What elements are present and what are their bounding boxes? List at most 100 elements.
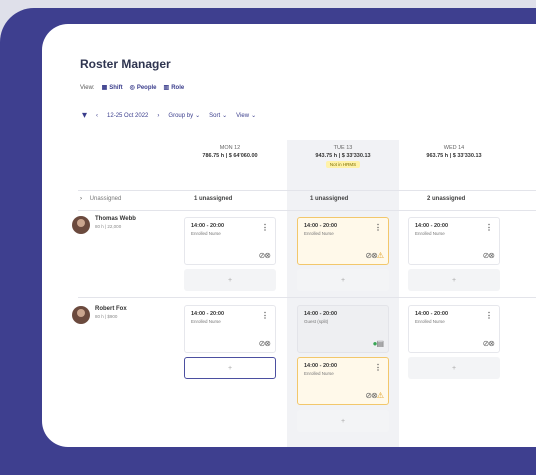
- unassigned-label: Unassigned: [89, 196, 122, 202]
- view-switcher: View: ▦ Shift ◎ People ▥ Role: [80, 84, 185, 92]
- add-icon: +: [227, 364, 233, 372]
- person-row-thomas-webb[interactable]: Thomas Webb 80 h | 22,000: [72, 216, 136, 234]
- day-summary: 943.75 h | $ 33'330.13: [315, 153, 371, 159]
- group-by-label: Group by: [168, 112, 194, 119]
- group-by-dropdown[interactable]: Group by ⌄: [168, 112, 201, 120]
- add-icon: +: [451, 364, 457, 372]
- more-menu-icon[interactable]: ⋮: [485, 311, 493, 320]
- shift-role: Enrolled Nurse: [415, 319, 445, 324]
- person-name: Robert Fox: [95, 306, 127, 312]
- day-summary: 786.75 h | $ 64'060.00: [202, 153, 258, 159]
- view-option-shift[interactable]: ▦ Shift: [101, 84, 123, 92]
- day-header-wed: WED 14 963.75 h | $ 33'330.13: [404, 145, 504, 159]
- prev-range-button[interactable]: ‹: [96, 113, 98, 119]
- day-label: MON 12: [219, 145, 241, 151]
- avatar: [72, 216, 90, 234]
- more-menu-icon[interactable]: ⋮: [261, 311, 269, 320]
- add-icon: +: [451, 276, 457, 284]
- status-icons: ⊘⊗: [365, 251, 377, 260]
- unassigned-count-wed[interactable]: 2 unassigned: [427, 196, 465, 202]
- view-dropdown[interactable]: View ⌄: [236, 112, 257, 120]
- shift-card-warning[interactable]: 14:00 - 20:00 Enrolled Nurse ⋮ ⊘⊗⚠: [297, 217, 389, 265]
- shift-time: 14:00 - 20:00: [304, 311, 338, 317]
- view-option-label: Shift: [109, 84, 123, 91]
- add-shift-slot[interactable]: +: [408, 357, 500, 379]
- view-option-people[interactable]: ◎ People: [129, 84, 157, 92]
- row-divider: [78, 210, 536, 211]
- status-icons: ⊘⊗: [365, 391, 377, 400]
- roster-panel: Roster Manager View: ▦ Shift ◎ People ▥ …: [42, 24, 536, 447]
- unassigned-count-tue[interactable]: 1 unassigned: [310, 196, 348, 202]
- add-shift-slot[interactable]: +: [297, 410, 389, 432]
- add-shift-slot[interactable]: +: [408, 269, 500, 291]
- add-shift-slot[interactable]: +: [184, 269, 276, 291]
- day-summary: 963.75 h | $ 33'330.13: [426, 153, 482, 159]
- view-option-label: People: [136, 84, 157, 91]
- add-shift-slot-selected[interactable]: +: [184, 357, 276, 379]
- add-icon: +: [340, 276, 346, 284]
- person-name: Thomas Webb: [95, 216, 136, 222]
- day-header-mon: MON 12 786.75 h | $ 64'060.00: [180, 145, 280, 159]
- shift-card[interactable]: 14:00 - 20:00 Enrolled Nurse ⋮ ⊘⊗: [184, 305, 276, 353]
- shift-card-warning[interactable]: 14:00 - 20:00 Enrolled Nurse ⋮ ⊘⊗⚠: [297, 357, 389, 405]
- calendar-icon: ▦: [101, 85, 108, 91]
- shift-role: Enrolled Nurse: [415, 231, 445, 236]
- day-header-tue: TUE 13 943.75 h | $ 33'330.13 Not in HRM…: [292, 145, 394, 168]
- shift-time: 14:00 - 20:00: [304, 223, 338, 229]
- shift-status-icons: ⊘⊗: [258, 339, 271, 348]
- view-option-label: Role: [171, 84, 185, 91]
- shift-time: 14:00 - 20:00: [415, 223, 449, 229]
- sort-dropdown[interactable]: Sort ⌄: [209, 112, 228, 120]
- shift-time: 14:00 - 20:00: [191, 311, 225, 317]
- row-divider: [78, 297, 536, 298]
- chevron-right-icon: ›: [80, 196, 82, 202]
- more-menu-icon[interactable]: ⋮: [374, 223, 382, 232]
- shift-role: Guest (split): [304, 319, 329, 324]
- header-divider: [78, 190, 536, 191]
- chevron-down-icon: ⌄: [251, 113, 257, 119]
- shift-status-icons: ⊘⊗: [258, 251, 271, 260]
- shift-status-icons: ⊘⊗⚠: [365, 391, 384, 400]
- more-menu-icon[interactable]: ⋮: [374, 363, 382, 372]
- add-shift-slot[interactable]: +: [297, 269, 389, 291]
- shift-status-icons: ●▤: [373, 339, 384, 348]
- shift-card[interactable]: 14:00 - 20:00 Enrolled Nurse ⋮ ⊘⊗: [408, 305, 500, 353]
- shift-card[interactable]: 14:00 - 20:00 Enrolled Nurse ⋮ ⊘⊗: [184, 217, 276, 265]
- sort-label: Sort: [209, 112, 221, 119]
- more-menu-icon[interactable]: ⋮: [261, 223, 269, 232]
- day-label: TUE 13: [333, 145, 353, 151]
- chevron-down-icon: ⌄: [195, 113, 201, 119]
- shift-role: Enrolled Nurse: [191, 319, 221, 324]
- shift-time: 14:00 - 20:00: [415, 311, 449, 317]
- shift-status-icons: ⊘⊗⚠: [365, 251, 384, 260]
- person-meta: 80 h | $900: [95, 314, 118, 319]
- status-badge: Not in HRMS: [325, 161, 361, 168]
- add-icon: +: [227, 276, 233, 284]
- shift-role: Enrolled Nurse: [191, 231, 221, 236]
- day-label: WED 14: [443, 145, 465, 151]
- roster-toolbar: ▾ ‹ 12-25 Oct 2022 › Group by ⌄ Sort ⌄ V…: [82, 110, 256, 121]
- date-range[interactable]: 12-25 Oct 2022: [107, 113, 148, 119]
- person-meta: 80 h | 22,000: [95, 224, 122, 229]
- person-row-robert-fox[interactable]: Robert Fox 80 h | $900: [72, 306, 127, 324]
- view-dropdown-label: View: [236, 112, 250, 119]
- shift-card[interactable]: 14:00 - 20:00 Enrolled Nurse ⋮ ⊘⊗: [408, 217, 500, 265]
- people-icon: ◎: [129, 85, 135, 91]
- shift-time: 14:00 - 20:00: [304, 363, 338, 369]
- unassigned-count-mon[interactable]: 1 unassigned: [194, 196, 232, 202]
- next-range-button[interactable]: ›: [157, 113, 159, 119]
- role-icon: ▥: [163, 85, 170, 91]
- page-title: Roster Manager: [80, 57, 171, 71]
- view-option-role[interactable]: ▥ Role: [163, 84, 185, 92]
- shift-role: Enrolled Nurse: [304, 371, 334, 376]
- filter-icon[interactable]: ▾: [82, 110, 87, 121]
- chevron-down-icon: ⌄: [222, 113, 228, 119]
- shift-role: Enrolled Nurse: [304, 231, 334, 236]
- shift-status-icons: ⊘⊗: [482, 251, 495, 260]
- more-menu-icon[interactable]: ⋮: [485, 223, 493, 232]
- warning-icon: ⚠: [376, 391, 384, 400]
- unassigned-toggle[interactable]: › Unassigned: [80, 196, 121, 202]
- view-label: View:: [80, 84, 95, 91]
- shift-card-split[interactable]: 14:00 - 20:00 Guest (split) ●▤: [297, 305, 389, 353]
- shift-time: 14:00 - 20:00: [191, 223, 225, 229]
